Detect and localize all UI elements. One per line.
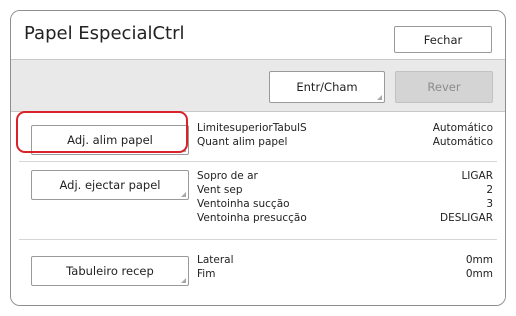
setting-label: Ventoinha sucção [197, 198, 290, 210]
entr-cham-button[interactable]: Entr/Cham [269, 71, 385, 103]
highlight-outline [16, 111, 188, 153]
setting-label: LimitesuperiorTabulS [197, 122, 307, 134]
page-title: Papel EspecialCtrl [24, 23, 185, 44]
list-item: Vent sep 2 [197, 183, 493, 197]
list-item: Quant alim papel Automático [197, 135, 493, 149]
setting-label: Fim [197, 268, 216, 280]
list-item: Ventoinha sucção 3 [197, 197, 493, 211]
setting-value: 0mm [465, 254, 493, 266]
list-item: Ventoinha presucção DESLIGAR [197, 211, 493, 225]
setting-value: LIGAR [461, 170, 493, 182]
setting-label: Quant alim papel [197, 136, 288, 148]
close-button[interactable]: Fechar [394, 26, 492, 53]
setting-value: Automático [432, 122, 493, 134]
setting-value: 3 [486, 198, 493, 210]
setting-value: Automático [432, 136, 493, 148]
setting-value: 2 [486, 184, 493, 196]
rever-button[interactable]: Rever [395, 71, 493, 103]
tray-settings-list: Lateral 0mm Fim 0mm [197, 253, 493, 281]
list-item: Fim 0mm [197, 267, 493, 281]
dialog-window: Papel EspecialCtrl Fechar Entr/Cham Reve… [10, 10, 506, 306]
setting-value: 0mm [465, 268, 493, 280]
setting-label: Vent sep [197, 184, 243, 196]
setting-label: Sopro de ar [197, 170, 258, 182]
list-item: Lateral 0mm [197, 253, 493, 267]
dialog-header: Papel EspecialCtrl Fechar [11, 11, 505, 60]
section-divider [19, 239, 497, 240]
setting-label: Ventoinha presucção [197, 212, 307, 224]
adj-ejectar-papel-button[interactable]: Adj. ejectar papel [31, 170, 189, 200]
eject-settings-list: Sopro de ar LIGAR Vent sep 2 Ventoinha s… [197, 169, 493, 225]
tabuleiro-recep-button[interactable]: Tabuleiro recep [31, 256, 189, 286]
list-item: Sopro de ar LIGAR [197, 169, 493, 183]
setting-label: Lateral [197, 254, 234, 266]
setting-value: DESLIGAR [440, 212, 493, 224]
feed-settings-list: LimitesuperiorTabulS Automático Quant al… [197, 121, 493, 149]
list-item: LimitesuperiorTabulS Automático [197, 121, 493, 135]
section-divider [19, 161, 497, 162]
